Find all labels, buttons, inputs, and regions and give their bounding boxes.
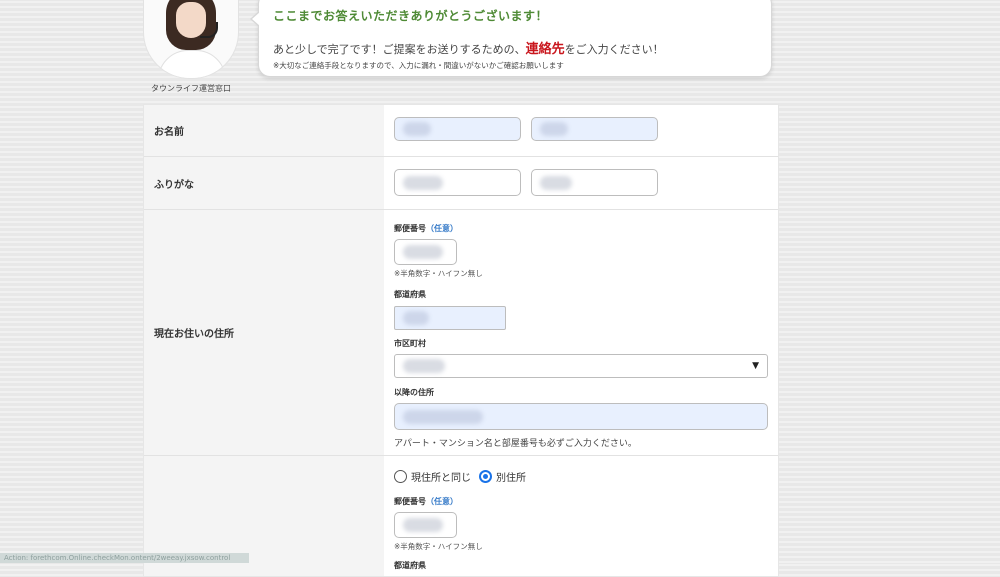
browser-status-bar: Action: forethcom.Online.checkMon.ontent… — [0, 553, 249, 563]
radio-same-label: 現住所と同じ — [411, 473, 471, 484]
contact-form: お名前 ふりがな 現在お住いの住所 郵便番号（任意） ※半角数字・ハイフン無し … — [143, 104, 779, 577]
delivery-postal-label: 郵便番号（任意） — [394, 496, 768, 507]
instruction-bubble: ここまでお答えいただきありがとうございます！ あと少しで完了です！ご提案をお送り… — [250, 0, 772, 77]
city-select[interactable]: ▼ — [394, 354, 768, 378]
radio-other-label: 別住所 — [496, 473, 526, 484]
city-label: 市区町村 — [394, 339, 426, 348]
bubble-note: ※大切なご連絡手段となりますので、入力に漏れ・間違いがないかご確認お願いします — [273, 61, 564, 70]
postal-label-text: 郵便番号 — [394, 224, 426, 233]
bubble-message-emphasis: 連絡先 — [525, 42, 565, 57]
optional-tag: （任意） — [426, 224, 458, 233]
radio-circle-icon — [394, 470, 407, 483]
furigana-label: ふりがな — [144, 157, 384, 209]
street-notice: アパート・マンション名と部屋番号も必ずご入力ください。 — [394, 439, 637, 449]
last-name-kana-input[interactable] — [394, 169, 521, 196]
prefecture-label: 都道府県 — [394, 290, 426, 299]
bubble-headline: ここまでお答えいただきありがとうございます！ — [273, 9, 549, 23]
furigana-field-group — [384, 157, 778, 209]
radio-same-address[interactable]: 現住所と同じ — [394, 469, 471, 484]
delivery-optional-tag: （任意） — [426, 497, 458, 506]
bubble-message: あと少しで完了です！ご提案をお送りするための、連絡先をご入力ください！ — [273, 38, 755, 57]
operator-caption: タウンライフ運営窓口 — [151, 84, 231, 93]
operator-block: タウンライフ運営窓口 — [143, 0, 239, 94]
operator-avatar — [143, 0, 239, 79]
headset-icon — [200, 22, 218, 38]
last-name-input[interactable] — [394, 117, 521, 141]
radio-other-address[interactable]: 別住所 — [479, 469, 526, 484]
postal-hint: ※半角数字・ハイフン無し — [394, 269, 483, 278]
delivery-postal-input[interactable] — [394, 512, 457, 538]
bubble-message-pre: あと少しで完了です！ご提案をお送りするための、 — [273, 43, 526, 56]
postal-label: 郵便番号（任意） — [394, 223, 768, 234]
address-field-group: 郵便番号（任意） ※半角数字・ハイフン無し 都道府県 市区町村 ▼ 以降の住所 … — [384, 210, 778, 455]
bubble-message-post: をご入力ください！ — [564, 43, 664, 56]
first-name-kana-input[interactable] — [531, 169, 658, 196]
furigana-row: ふりがな — [144, 157, 778, 210]
radio-checked-icon — [479, 470, 492, 483]
name-field-group — [384, 105, 778, 156]
street-address-input[interactable] — [394, 403, 768, 430]
chevron-down-icon: ▼ — [752, 361, 759, 371]
street-label: 以降の住所 — [394, 388, 434, 397]
delivery-prefecture-label: 都道府県 — [394, 561, 426, 570]
first-name-input[interactable] — [531, 117, 658, 141]
name-row: お名前 — [144, 105, 778, 157]
address-row: 現在お住いの住所 郵便番号（任意） ※半角数字・ハイフン無し 都道府県 市区町村… — [144, 210, 778, 456]
delivery-field-group: 現住所と同じ 別住所 郵便番号（任意） ※半角数字・ハイフン無し 都道府県 — [384, 456, 778, 576]
delivery-postal-label-text: 郵便番号 — [394, 497, 426, 506]
postal-code-input[interactable] — [394, 239, 457, 265]
prefecture-input[interactable] — [394, 306, 506, 330]
address-label: 現在お住いの住所 — [144, 210, 384, 455]
name-label: お名前 — [144, 105, 384, 156]
delivery-postal-hint: ※半角数字・ハイフン無し — [394, 542, 483, 551]
